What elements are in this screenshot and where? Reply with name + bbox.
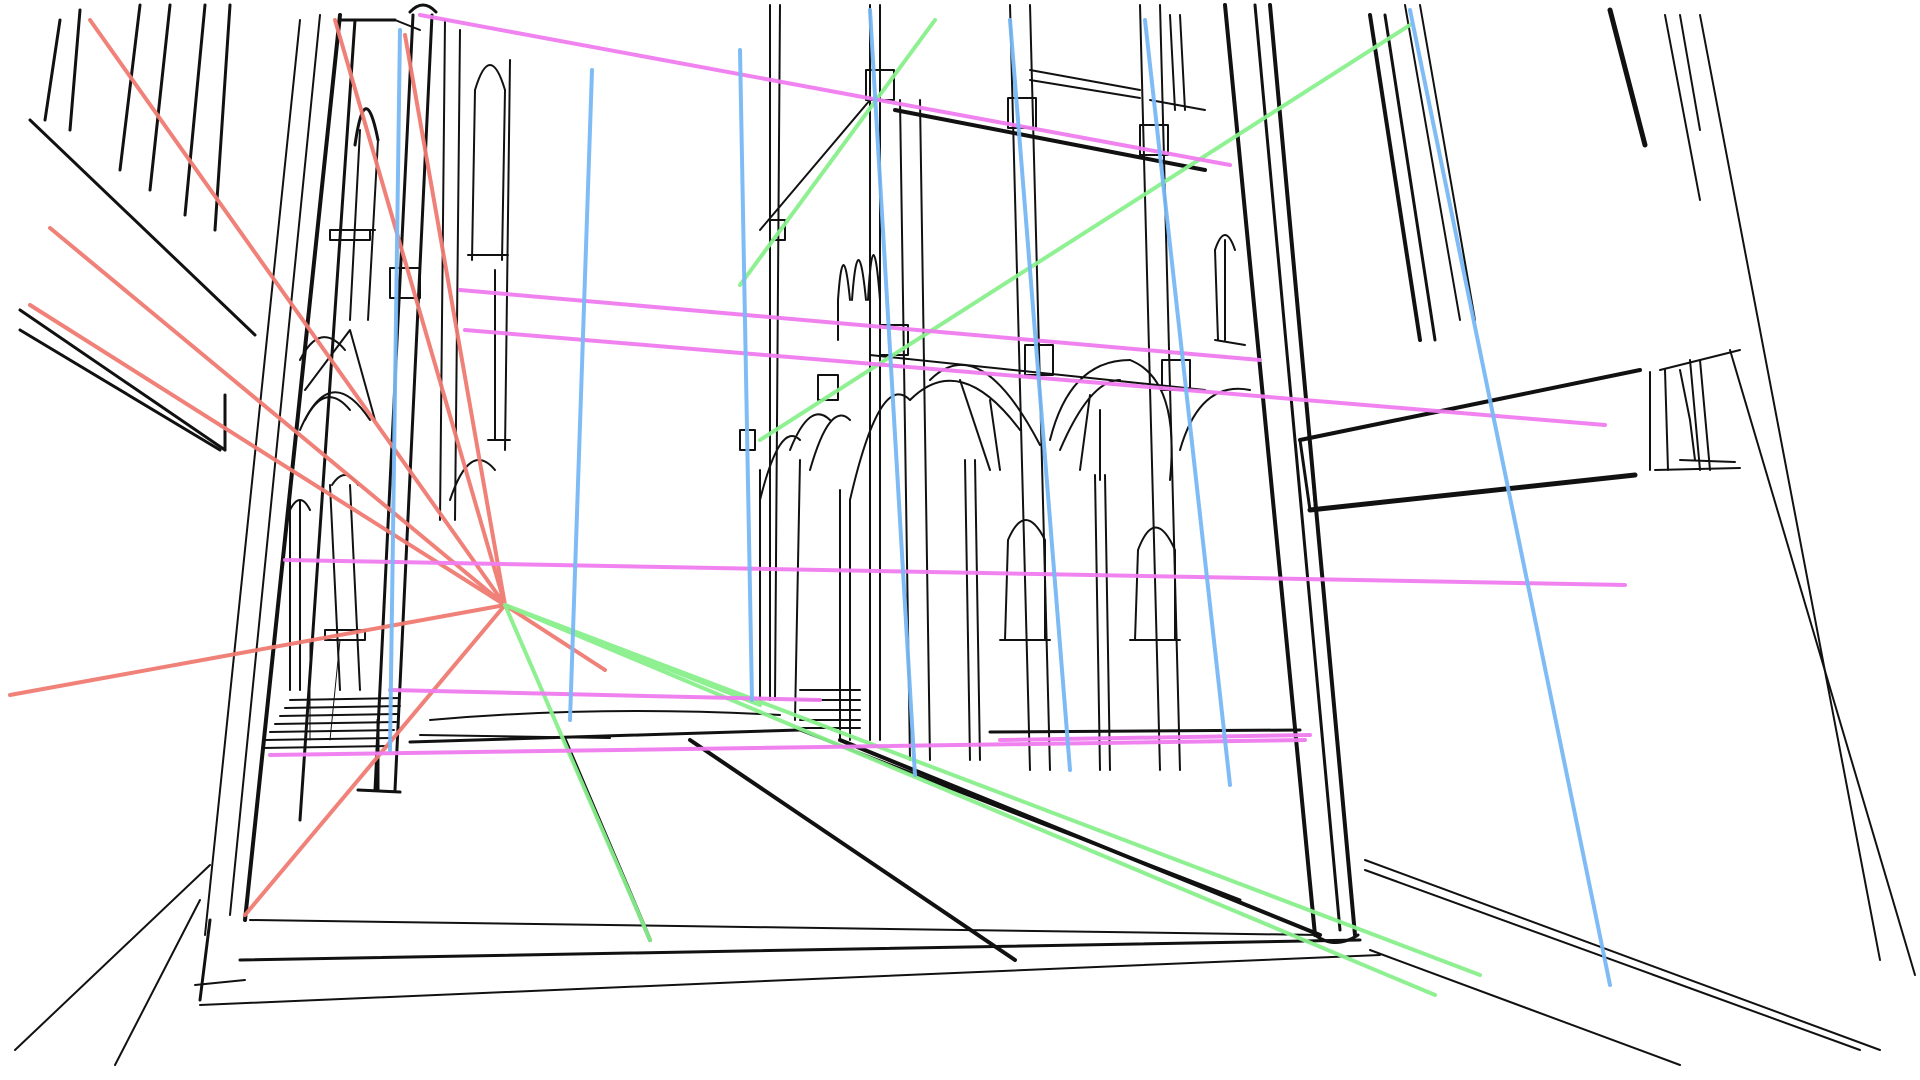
left-wall-lines bbox=[18, 3, 257, 452]
floor-lines bbox=[14, 710, 1881, 1066]
sketch-canvas bbox=[0, 0, 1920, 1080]
left-pier bbox=[204, 13, 421, 936]
ink-drawing bbox=[14, 3, 1916, 1066]
red-vanishing-rays bbox=[8, 18, 607, 917]
perspective-drawing bbox=[8, 3, 1916, 1066]
right-wall bbox=[1607, 7, 1916, 976]
right-pier bbox=[1223, 3, 1642, 944]
